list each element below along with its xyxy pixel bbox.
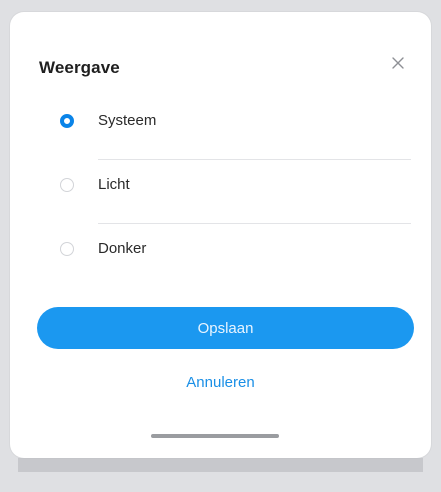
save-button[interactable]: Opslaan — [37, 307, 414, 349]
screen: Weergave Systeem Licht Donker Opslaan An… — [0, 0, 441, 492]
option-label: Systeem — [98, 112, 157, 129]
radio-donker[interactable] — [60, 242, 74, 256]
option-systeem[interactable]: Systeem — [10, 96, 431, 160]
option-donker[interactable]: Donker — [10, 224, 431, 288]
theme-options: Systeem Licht Donker — [10, 96, 431, 288]
option-label: Donker — [98, 240, 147, 257]
cancel-button[interactable]: Annuleren — [10, 374, 431, 391]
option-licht[interactable]: Licht — [10, 160, 431, 224]
appearance-dialog: Weergave Systeem Licht Donker Opslaan An… — [10, 12, 431, 458]
radio-licht[interactable] — [60, 178, 74, 192]
option-label: Licht — [98, 176, 130, 193]
bottom-bar — [18, 458, 423, 472]
radio-systeem[interactable] — [60, 114, 74, 128]
close-icon — [392, 57, 404, 69]
close-button[interactable] — [387, 52, 409, 74]
home-indicator — [151, 434, 279, 438]
dialog-title: Weergave — [39, 58, 120, 77]
